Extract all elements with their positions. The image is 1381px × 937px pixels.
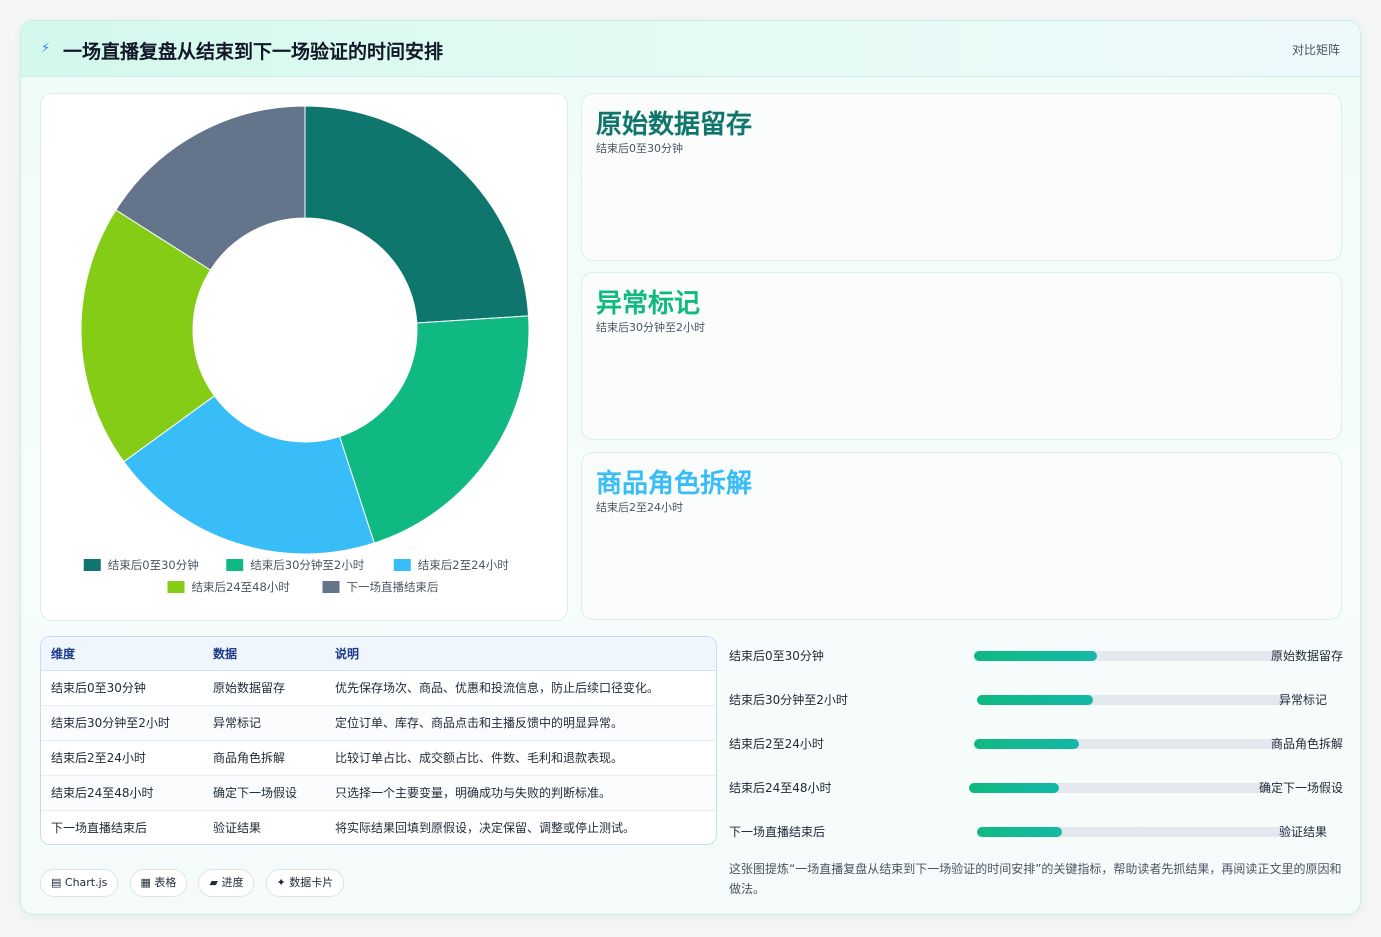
legend-label: 结束后2至24小时 bbox=[418, 558, 509, 572]
stat-card-2: 异常标记 结束后30分钟至2小时 bbox=[581, 272, 1342, 440]
stat-sub: 结束后30分钟至2小时 bbox=[596, 321, 705, 334]
table-cell: 结束后30分钟至2小时 bbox=[41, 705, 203, 741]
legend-swatch bbox=[322, 581, 340, 593]
progress-label: 结束后2至24小时 bbox=[729, 737, 824, 751]
progress-label: 结束后0至30分钟 bbox=[729, 649, 824, 663]
progress-right-label: 商品角色拆解 bbox=[1270, 737, 1343, 751]
table-header-cell: 维度 bbox=[41, 637, 203, 671]
table-cell: 结束后0至30分钟 bbox=[41, 670, 203, 706]
legend-swatch bbox=[393, 559, 411, 571]
legend-item[interactable]: 结束后0至30分钟 bbox=[83, 558, 199, 572]
chip-chartjs[interactable]: ▤ Chart.js bbox=[40, 869, 119, 897]
progress-right-label: 确定下一场假设 bbox=[1258, 781, 1343, 795]
progress-track bbox=[974, 651, 1282, 661]
table-cell: 结束后2至24小时 bbox=[41, 740, 203, 776]
progress-track bbox=[969, 783, 1270, 793]
stat-card-1: 原始数据留存 结束后0至30分钟 bbox=[581, 93, 1342, 261]
stat-title: 异常标记 bbox=[596, 289, 701, 319]
table-row: 下一场直播结束后 验证结果 将实际结果回填到原假设，决定保留、调整或停止测试。 bbox=[41, 810, 716, 844]
chip-bar: ▤ Chart.js ▦ 表格 ▰ 进度 ✦ 数据卡片 bbox=[40, 869, 350, 897]
legend-label: 结束后24至48小时 bbox=[192, 580, 291, 594]
progress-row: 结束后2至24小时 商品角色拆解 bbox=[729, 727, 1343, 771]
progress-fill bbox=[974, 739, 1079, 749]
table-cell: 定位订单、库存、商品点击和主播反馈中的明显异常。 bbox=[325, 705, 716, 741]
table-cell: 商品角色拆解 bbox=[203, 740, 325, 776]
legend-label: 结束后0至30分钟 bbox=[108, 558, 199, 572]
progress-label: 结束后24至48小时 bbox=[729, 781, 832, 795]
legend-swatch bbox=[167, 581, 185, 593]
progress-right-label: 验证结果 bbox=[1278, 825, 1327, 839]
table-cell: 下一场直播结束后 bbox=[51, 821, 148, 836]
legend-item[interactable]: 结束后24至48小时 bbox=[167, 580, 291, 594]
progress-track bbox=[977, 695, 1290, 705]
legend-label: 结束后30分钟至2小时 bbox=[250, 558, 364, 572]
progress-fill bbox=[969, 783, 1060, 793]
table-row: 结束后2至24小时 商品角色拆解 比较订单占比、成交额占比、件数、毛利和退款表现… bbox=[41, 740, 716, 776]
stat-sub: 结束后2至24小时 bbox=[596, 501, 683, 514]
main-card: ⚡ 一场直播复盘从结束到下一场验证的时间安排 对比矩阵 结束后0至30分钟 结束后… bbox=[20, 20, 1361, 915]
progress-track bbox=[974, 739, 1282, 749]
summary-note: 这张图提炼“一场直播复盘从结束到下一场验证的时间安排”的关键指标，帮助读者先抓结… bbox=[729, 862, 1342, 896]
table-cell: 原始数据留存 bbox=[203, 670, 325, 706]
table-cell: 确定下一场假设 bbox=[203, 775, 325, 811]
donut-slice[interactable] bbox=[338, 315, 530, 544]
progress-right-label: 原始数据留存 bbox=[1270, 649, 1343, 663]
donut-chart: 结束后0至30分钟 结束后30分钟至2小时 结束后2至24小时结束后24至48小时 下… bbox=[80, 105, 530, 594]
table-row: 结束后24至48小时 确定下一场假设 只选择一个主要变量，明确成功与失败的判断标… bbox=[41, 775, 716, 811]
legend-item[interactable]: 结束后2至24小时 bbox=[393, 558, 509, 572]
stat-sub: 结束后0至30分钟 bbox=[596, 142, 683, 155]
legend-swatch bbox=[226, 559, 244, 571]
progress-label: 下一场直播结束后 bbox=[729, 825, 826, 839]
progress-row: 下一场直播结束后 验证结果 bbox=[729, 815, 1343, 859]
progress-row: 结束后0至30分钟 原始数据留存 bbox=[729, 639, 1343, 683]
data-table: 维度 数据 说明 结束后0至30分钟 原始数据留存 优先保存场次、商品、优惠和投… bbox=[40, 636, 717, 845]
legend-swatch bbox=[83, 559, 101, 571]
table-cell: 比较订单占比、成交额占比、件数、毛利和退款表现。 bbox=[325, 740, 716, 776]
chip-table[interactable]: ▦ 表格 bbox=[129, 869, 188, 897]
table-row: 结束后30分钟至2小时 异常标记 定位订单、库存、商品点击和主播反馈中的明显异常… bbox=[41, 705, 716, 741]
chart-panel: 结束后0至30分钟 结束后30分钟至2小时 结束后2至24小时结束后24至48小时 下… bbox=[40, 93, 568, 621]
bolt-icon: ⚡ bbox=[41, 41, 51, 56]
progress-track bbox=[977, 827, 1290, 837]
donut-slice[interactable] bbox=[304, 105, 530, 324]
table-cell: 结束后24至48小时 bbox=[41, 775, 203, 811]
table-header-cell: 数据 bbox=[203, 637, 325, 671]
table-cell: 将实际结果回填到原假设，决定保留、调整或停止测试。 bbox=[335, 821, 636, 836]
progress-fill bbox=[977, 695, 1093, 705]
progress-fill bbox=[974, 651, 1098, 661]
progress-row: 结束后24至48小时 确定下一场假设 bbox=[729, 771, 1343, 815]
table-cell: 验证结果 bbox=[213, 821, 262, 836]
chip-progress[interactable]: ▰ 进度 bbox=[198, 869, 255, 897]
table-cell: 优先保存场次、商品、优惠和投流信息，防止后续口径变化。 bbox=[325, 670, 716, 706]
progress-label: 结束后30分钟至2小时 bbox=[729, 693, 848, 707]
progress-list: 结束后0至30分钟 原始数据留存 结束后30分钟至2小时 异常标记 结束后2至2… bbox=[729, 639, 1343, 859]
header: ⚡ 一场直播复盘从结束到下一场验证的时间安排 对比矩阵 bbox=[21, 21, 1360, 77]
progress-right-label: 异常标记 bbox=[1278, 693, 1327, 707]
progress-fill bbox=[977, 827, 1062, 837]
table-header-cell: 说明 bbox=[325, 637, 716, 671]
page-title: 一场直播复盘从结束到下一场验证的时间安排 bbox=[63, 41, 444, 63]
header-tag: 对比矩阵 bbox=[1291, 43, 1340, 57]
stat-title: 商品角色拆解 bbox=[596, 469, 753, 499]
table-cell: 异常标记 bbox=[203, 705, 325, 741]
stat-title: 原始数据留存 bbox=[596, 110, 753, 140]
legend-item[interactable]: 结束后30分钟至2小时 bbox=[226, 558, 365, 572]
legend-label: 下一场直播结束后 bbox=[347, 580, 439, 594]
stat-card-3: 商品角色拆解 结束后2至24小时 bbox=[581, 452, 1342, 620]
table-row: 结束后0至30分钟 原始数据留存 优先保存场次、商品、优惠和投流信息，防止后续口… bbox=[41, 670, 716, 706]
table-header-row: 维度 数据 说明 bbox=[41, 637, 716, 671]
table-cell: 只选择一个主要变量，明确成功与失败的判断标准。 bbox=[325, 775, 716, 811]
legend-item[interactable]: 下一场直播结束后 bbox=[322, 580, 439, 594]
progress-row: 结束后30分钟至2小时 异常标记 bbox=[729, 683, 1343, 727]
chip-data-card[interactable]: ✦ 数据卡片 bbox=[265, 869, 345, 897]
